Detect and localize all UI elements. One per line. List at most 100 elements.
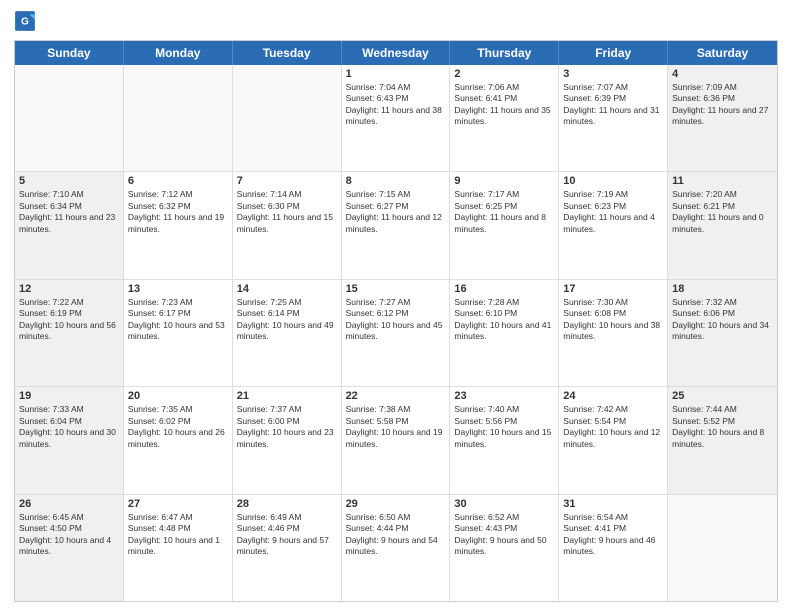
day-cell-23: 23 Sunrise: 7:40 AM Sunset: 5:56 PM Dayli… — [450, 387, 559, 493]
cell-info: Sunrise: 7:12 AM Sunset: 6:32 PM Dayligh… — [128, 189, 228, 235]
day-cell-27: 27 Sunrise: 6:47 AM Sunset: 4:48 PM Dayli… — [124, 495, 233, 601]
cell-info: Sunrise: 7:38 AM Sunset: 5:58 PM Dayligh… — [346, 404, 446, 450]
day-number: 22 — [346, 390, 446, 402]
calendar-row-3: 19Sunrise: 7:33 AM Sunset: 6:04 PM Dayli… — [15, 387, 777, 494]
day-cell-26: 26 Sunrise: 6:45 AM Sunset: 4:50 PM Dayli… — [15, 495, 124, 601]
cell-info: Sunrise: 7:25 AM Sunset: 6:14 PM Dayligh… — [237, 297, 337, 343]
logo: G — [14, 10, 38, 32]
cell-info: Sunrise: 7:23 AM Sunset: 6:17 PM Dayligh… — [128, 297, 228, 343]
day-number: 21 — [237, 390, 337, 402]
day-cell-18: 18 Sunrise: 7:32 AM Sunset: 6:06 PM Dayli… — [668, 280, 777, 386]
day-cell-28: 28 Sunrise: 6:49 AM Sunset: 4:46 PM Dayli… — [233, 495, 342, 601]
cell-info: Sunrise: 7:44 AM Sunset: 5:52 PM Dayligh… — [672, 404, 773, 450]
day-cell-20: 20Sunrise: 7:35 AM Sunset: 6:02 PM Dayli… — [124, 387, 233, 493]
day-number: 3 — [563, 68, 663, 80]
day-number: 7 — [237, 175, 337, 187]
header: G — [14, 10, 778, 32]
day-number: 24 — [563, 390, 663, 402]
calendar-header-row: SundayMondayTuesdayWednesdayThursdayFrid… — [15, 41, 777, 65]
cell-info: Sunrise: 7:30 AM Sunset: 6:08 PM Dayligh… — [563, 297, 663, 343]
day-cell-22: 22 Sunrise: 7:38 AM Sunset: 5:58 PM Dayli… — [342, 387, 451, 493]
cell-info: Sunrise: 7:19 AM Sunset: 6:23 PM Dayligh… — [563, 189, 663, 235]
day-cell-14: 14 Sunrise: 7:25 AM Sunset: 6:14 PM Dayli… — [233, 280, 342, 386]
weekday-header-saturday: Saturday — [668, 41, 777, 65]
cell-info: Sunrise: 7:27 AM Sunset: 6:12 PM Dayligh… — [346, 297, 446, 343]
cell-info: Sunrise: 7:28 AM Sunset: 6:10 PM Dayligh… — [454, 297, 554, 343]
day-cell-6: 6 Sunrise: 7:12 AM Sunset: 6:32 PM Daylig… — [124, 172, 233, 278]
svg-text:G: G — [21, 16, 29, 27]
weekday-header-sunday: Sunday — [15, 41, 124, 65]
day-cell-10: 10 Sunrise: 7:19 AM Sunset: 6:23 PM Dayli… — [559, 172, 668, 278]
empty-cell — [124, 65, 233, 171]
day-cell-8: 8 Sunrise: 7:15 AM Sunset: 6:27 PM Daylig… — [342, 172, 451, 278]
day-number: 5 — [19, 175, 119, 187]
day-number: 27 — [128, 498, 228, 510]
day-cell-2: 2Sunrise: 7:06 AM Sunset: 6:41 PM Daylig… — [450, 65, 559, 171]
day-number: 26 — [19, 498, 119, 510]
day-number: 15 — [346, 283, 446, 295]
day-cell-21: 21 Sunrise: 7:37 AM Sunset: 6:00 PM Dayli… — [233, 387, 342, 493]
cell-info: Sunrise: 7:14 AM Sunset: 6:30 PM Dayligh… — [237, 189, 337, 235]
cell-info: Sunrise: 7:40 AM Sunset: 5:56 PM Dayligh… — [454, 404, 554, 450]
empty-cell — [233, 65, 342, 171]
calendar-body: 1Sunrise: 7:04 AM Sunset: 6:43 PM Daylig… — [15, 65, 777, 601]
cell-info: Sunrise: 6:47 AM Sunset: 4:48 PM Dayligh… — [128, 512, 228, 558]
day-cell-12: 12 Sunrise: 7:22 AM Sunset: 6:19 PM Dayli… — [15, 280, 124, 386]
cell-info: Sunrise: 7:22 AM Sunset: 6:19 PM Dayligh… — [19, 297, 119, 343]
cell-info: Sunrise: 7:04 AM Sunset: 6:43 PM Dayligh… — [346, 82, 446, 128]
day-cell-25: 25Sunrise: 7:44 AM Sunset: 5:52 PM Dayli… — [668, 387, 777, 493]
day-number: 19 — [19, 390, 119, 402]
day-cell-15: 15 Sunrise: 7:27 AM Sunset: 6:12 PM Dayli… — [342, 280, 451, 386]
cell-info: Sunrise: 6:54 AM Sunset: 4:41 PM Dayligh… — [563, 512, 663, 558]
day-cell-19: 19Sunrise: 7:33 AM Sunset: 6:04 PM Dayli… — [15, 387, 124, 493]
cell-info: Sunrise: 7:07 AM Sunset: 6:39 PM Dayligh… — [563, 82, 663, 128]
calendar-row-4: 26 Sunrise: 6:45 AM Sunset: 4:50 PM Dayli… — [15, 495, 777, 601]
day-cell-5: 5 Sunrise: 7:10 AM Sunset: 6:34 PM Daylig… — [15, 172, 124, 278]
day-cell-31: 31Sunrise: 6:54 AM Sunset: 4:41 PM Dayli… — [559, 495, 668, 601]
day-number: 8 — [346, 175, 446, 187]
day-number: 4 — [672, 68, 773, 80]
empty-cell — [15, 65, 124, 171]
day-number: 9 — [454, 175, 554, 187]
day-number: 12 — [19, 283, 119, 295]
day-number: 16 — [454, 283, 554, 295]
cell-info: Sunrise: 7:17 AM Sunset: 6:25 PM Dayligh… — [454, 189, 554, 235]
day-cell-24: 24 Sunrise: 7:42 AM Sunset: 5:54 PM Dayli… — [559, 387, 668, 493]
day-number: 18 — [672, 283, 773, 295]
cell-info: Sunrise: 7:37 AM Sunset: 6:00 PM Dayligh… — [237, 404, 337, 450]
weekday-header-monday: Monday — [124, 41, 233, 65]
cell-info: Sunrise: 7:09 AM Sunset: 6:36 PM Dayligh… — [672, 82, 773, 128]
day-cell-13: 13 Sunrise: 7:23 AM Sunset: 6:17 PM Dayli… — [124, 280, 233, 386]
cell-info: Sunrise: 7:15 AM Sunset: 6:27 PM Dayligh… — [346, 189, 446, 235]
cell-info: Sunrise: 7:06 AM Sunset: 6:41 PM Dayligh… — [454, 82, 554, 128]
day-cell-16: 16 Sunrise: 7:28 AM Sunset: 6:10 PM Dayli… — [450, 280, 559, 386]
day-number: 30 — [454, 498, 554, 510]
weekday-header-wednesday: Wednesday — [342, 41, 451, 65]
cell-info: Sunrise: 7:32 AM Sunset: 6:06 PM Dayligh… — [672, 297, 773, 343]
day-cell-9: 9 Sunrise: 7:17 AM Sunset: 6:25 PM Daylig… — [450, 172, 559, 278]
weekday-header-thursday: Thursday — [450, 41, 559, 65]
cell-info: Sunrise: 7:35 AM Sunset: 6:02 PM Dayligh… — [128, 404, 228, 450]
day-number: 11 — [672, 175, 773, 187]
day-cell-7: 7 Sunrise: 7:14 AM Sunset: 6:30 PM Daylig… — [233, 172, 342, 278]
day-cell-29: 29Sunrise: 6:50 AM Sunset: 4:44 PM Dayli… — [342, 495, 451, 601]
calendar-row-0: 1Sunrise: 7:04 AM Sunset: 6:43 PM Daylig… — [15, 65, 777, 172]
day-number: 14 — [237, 283, 337, 295]
day-number: 10 — [563, 175, 663, 187]
weekday-header-tuesday: Tuesday — [233, 41, 342, 65]
day-number: 28 — [237, 498, 337, 510]
cell-info: Sunrise: 7:42 AM Sunset: 5:54 PM Dayligh… — [563, 404, 663, 450]
day-cell-30: 30Sunrise: 6:52 AM Sunset: 4:43 PM Dayli… — [450, 495, 559, 601]
day-number: 13 — [128, 283, 228, 295]
cell-info: Sunrise: 6:50 AM Sunset: 4:44 PM Dayligh… — [346, 512, 446, 558]
cell-info: Sunrise: 6:49 AM Sunset: 4:46 PM Dayligh… — [237, 512, 337, 558]
calendar-row-1: 5 Sunrise: 7:10 AM Sunset: 6:34 PM Daylig… — [15, 172, 777, 279]
calendar-page: G SundayMondayTuesdayWednesdayThursdayFr… — [0, 0, 792, 612]
cell-info: Sunrise: 6:45 AM Sunset: 4:50 PM Dayligh… — [19, 512, 119, 558]
day-number: 6 — [128, 175, 228, 187]
cell-info: Sunrise: 7:10 AM Sunset: 6:34 PM Dayligh… — [19, 189, 119, 235]
day-number: 23 — [454, 390, 554, 402]
day-cell-17: 17Sunrise: 7:30 AM Sunset: 6:08 PM Dayli… — [559, 280, 668, 386]
calendar: SundayMondayTuesdayWednesdayThursdayFrid… — [14, 40, 778, 602]
day-cell-3: 3 Sunrise: 7:07 AM Sunset: 6:39 PM Daylig… — [559, 65, 668, 171]
